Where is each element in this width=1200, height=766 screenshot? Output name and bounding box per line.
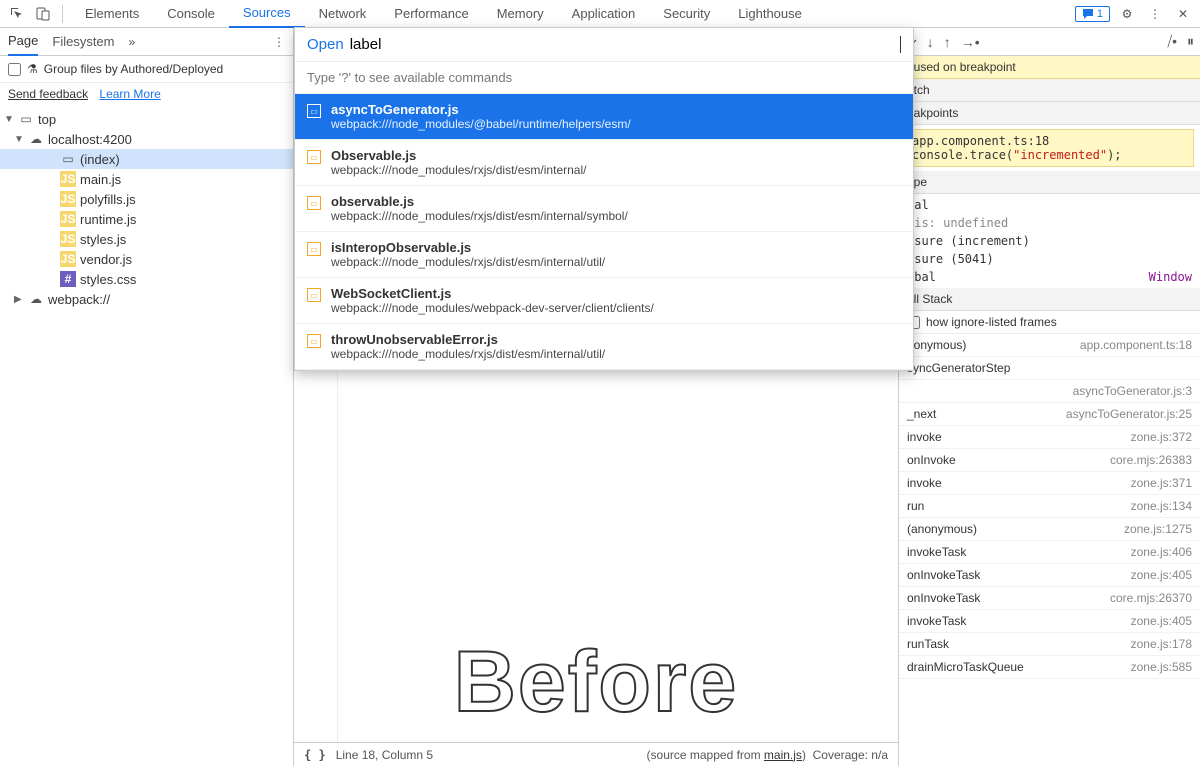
callstack-frame[interactable]: (anonymous)zone.js:1275 <box>899 518 1200 541</box>
callstack-frame[interactable]: syncGeneratorStep <box>899 357 1200 380</box>
callstack-frame[interactable]: onInvokecore.mjs:26383 <box>899 449 1200 472</box>
close-icon[interactable]: ✕ <box>1172 3 1194 25</box>
open-results-list: ▭asyncToGenerator.jswebpack:///node_modu… <box>295 94 913 370</box>
scope-section[interactable]: ope <box>899 171 1200 194</box>
open-result-item[interactable]: ▭Observable.jswebpack:///node_modules/rx… <box>295 140 913 186</box>
open-result-item[interactable]: ▭isInteropObservable.jswebpack:///node_m… <box>295 232 913 278</box>
navigator-more-icon[interactable]: ⋮ <box>273 35 285 49</box>
step-over-icon[interactable]: ↓ <box>927 34 934 50</box>
filesystem-tab[interactable]: Filesystem <box>52 28 114 55</box>
tab-elements[interactable]: Elements <box>71 0 153 28</box>
source-map-link[interactable]: main.js <box>764 748 802 762</box>
file-icon: ▭ <box>307 288 321 302</box>
file-icon: ▭ <box>307 242 321 256</box>
learn-more-link[interactable]: Learn More <box>99 87 160 101</box>
breakpoint-entry[interactable]: app.component.ts:18 console.trace("incre… <box>905 129 1194 167</box>
pause-banner: aused on breakpoint <box>899 56 1200 79</box>
send-feedback-link[interactable]: Send feedback <box>8 87 88 101</box>
step-into-icon[interactable]: ↑ <box>944 34 951 50</box>
open-search-input[interactable] <box>350 36 901 53</box>
file-tree: ▼▭top ▼☁localhost:4200 ▭(index)JSmain.js… <box>0 105 293 766</box>
tree-file[interactable]: JSpolyfills.js <box>0 189 293 209</box>
scope-closure-1[interactable]: osure (increment) <box>899 232 1200 250</box>
tree-file[interactable]: JSvendor.js <box>0 249 293 269</box>
tab-security[interactable]: Security <box>649 0 724 28</box>
step-out-icon[interactable]: →• <box>961 34 980 50</box>
feedback-badge[interactable]: 1 <box>1075 6 1110 22</box>
tab-memory[interactable]: Memory <box>483 0 558 28</box>
tab-performance[interactable]: Performance <box>380 0 482 28</box>
scope-global[interactable]: obalWindow <box>899 268 1200 286</box>
source-map-info: (source mapped from main.js) Coverage: n… <box>647 748 888 762</box>
callstack-frame[interactable]: invokeTaskzone.js:405 <box>899 610 1200 633</box>
tab-application[interactable]: Application <box>558 0 650 28</box>
tree-webpack[interactable]: ▶☁webpack:// <box>0 289 293 309</box>
editor-panel: 252627 }} Open Type '?' to see available… <box>294 28 898 766</box>
page-tab[interactable]: Page <box>8 27 38 56</box>
callstack-frame[interactable]: invokezone.js:372 <box>899 426 1200 449</box>
file-icon: ▭ <box>307 196 321 210</box>
file-icon: ▭ <box>307 150 321 164</box>
separator <box>62 5 63 23</box>
open-hint: Type '?' to see available commands <box>295 62 913 94</box>
open-result-item[interactable]: ▭throwUnobservableError.jswebpack:///nod… <box>295 324 913 370</box>
watch-section[interactable]: atch <box>899 79 1200 102</box>
feedback-count: 1 <box>1097 8 1103 20</box>
editor-status-bar: { } Line 18, Column 5 (source mapped fro… <box>294 742 898 766</box>
callstack-frame[interactable]: asyncToGenerator.js:3 <box>899 380 1200 403</box>
cursor-position: Line 18, Column 5 <box>336 748 433 762</box>
tab-lighthouse[interactable]: Lighthouse <box>724 0 816 28</box>
group-files-label: Group files by Authored/Deployed <box>44 62 223 76</box>
tab-sources[interactable]: Sources <box>229 0 305 28</box>
tree-file[interactable]: ▭(index) <box>0 149 293 169</box>
open-result-item[interactable]: ▭WebSocketClient.jswebpack:///node_modul… <box>295 278 913 324</box>
inspect-icon[interactable] <box>6 3 28 25</box>
open-result-item[interactable]: ▭observable.jswebpack:///node_modules/rx… <box>295 186 913 232</box>
scope-local[interactable]: cal <box>899 196 1200 214</box>
show-ignore-row: how ignore-listed frames <box>899 311 1200 334</box>
tree-file[interactable]: JSruntime.js <box>0 209 293 229</box>
callstack-frame[interactable]: onInvokeTaskcore.mjs:26370 <box>899 587 1200 610</box>
debugger-panel: ↷ ↓ ↑ →• ⧸• ⏸ aused on breakpoint atch e… <box>898 28 1200 766</box>
group-files-checkbox[interactable] <box>8 63 21 76</box>
callstack-frame[interactable]: onInvokeTaskzone.js:405 <box>899 564 1200 587</box>
call-stack-list: nonymous)app.component.ts:18syncGenerato… <box>899 334 1200 766</box>
more-tabs-icon[interactable]: » <box>129 35 136 49</box>
callstack-frame[interactable]: invokeTaskzone.js:406 <box>899 541 1200 564</box>
tree-file[interactable]: #styles.css <box>0 269 293 289</box>
callstack-frame[interactable]: drainMicroTaskQueuezone.js:585 <box>899 656 1200 679</box>
open-keyword: Open <box>307 36 344 53</box>
open-result-item[interactable]: ▭asyncToGenerator.jswebpack:///node_modu… <box>295 94 913 140</box>
tree-top[interactable]: ▼▭top <box>0 109 293 129</box>
callstack-frame[interactable]: runzone.js:134 <box>899 495 1200 518</box>
device-toggle-icon[interactable] <box>32 3 54 25</box>
file-icon: ▭ <box>307 104 321 118</box>
devtools-top-tabs: ElementsConsoleSourcesNetworkPerformance… <box>0 0 1200 28</box>
tab-network[interactable]: Network <box>305 0 381 28</box>
file-icon: ▭ <box>307 334 321 348</box>
callstack-frame[interactable]: nonymous)app.component.ts:18 <box>899 334 1200 357</box>
tree-file[interactable]: JSstyles.js <box>0 229 293 249</box>
beaker-icon: ⚗ <box>27 62 38 76</box>
callstack-section[interactable]: all Stack <box>899 288 1200 311</box>
tree-host[interactable]: ▼☁localhost:4200 <box>0 129 293 149</box>
settings-icon[interactable]: ⚙ <box>1116 3 1138 25</box>
callstack-frame[interactable]: _nextasyncToGenerator.js:25 <box>899 403 1200 426</box>
scope-this[interactable]: his: undefined <box>899 214 1200 232</box>
navigator-panel: Page Filesystem » ⋮ ⚗ Group files by Aut… <box>0 28 294 766</box>
open-file-dropdown: Open Type '?' to see available commands … <box>294 27 914 371</box>
callstack-frame[interactable]: invokezone.js:371 <box>899 472 1200 495</box>
tab-console[interactable]: Console <box>153 0 229 28</box>
more-icon[interactable]: ⋮ <box>1144 3 1166 25</box>
deactivate-bp-icon[interactable]: ⧸• <box>1167 33 1177 50</box>
tree-file[interactable]: JSmain.js <box>0 169 293 189</box>
scope-closure-2[interactable]: osure (5041) <box>899 250 1200 268</box>
callstack-frame[interactable]: runTaskzone.js:178 <box>899 633 1200 656</box>
breakpoints-section[interactable]: eakpoints <box>899 102 1200 125</box>
braces-icon[interactable]: { } <box>304 748 326 762</box>
pause-icon[interactable]: ⏸ <box>1187 33 1194 50</box>
debugger-toolbar: ↷ ↓ ↑ →• ⧸• ⏸ <box>899 28 1200 56</box>
